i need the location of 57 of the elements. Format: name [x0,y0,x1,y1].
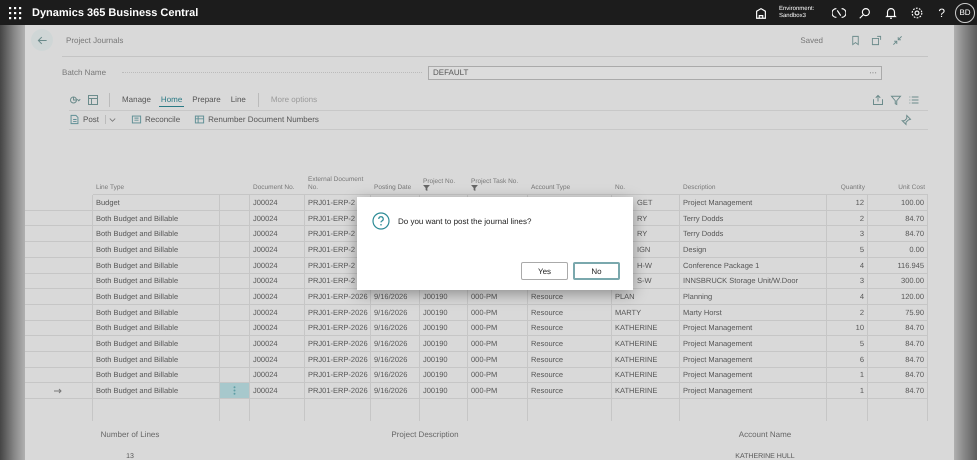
row-selector[interactable] [25,195,93,211]
table-icon [194,114,206,126]
saved-status: Saved [800,36,823,45]
row-selector[interactable] [25,368,93,384]
toolbar-button[interactable]: Renumber Document Numbers [194,114,319,126]
row-selector[interactable] [25,226,93,242]
pin-icon[interactable] [900,114,912,126]
row-selector[interactable] [25,289,93,305]
row-selector[interactable] [25,274,93,290]
row-selector[interactable] [25,242,93,258]
filter-icon[interactable] [890,94,902,106]
share-icon[interactable] [872,94,884,106]
row-selector[interactable] [25,320,93,336]
back-arrow-icon [36,34,48,46]
user-avatar[interactable]: BD [955,2,975,22]
row-menu-button[interactable] [220,383,250,399]
dialog-message: Do you want to post the journal lines? [398,216,532,226]
more-options-button[interactable]: More options [268,92,320,107]
back-button[interactable] [31,29,53,52]
row-selector[interactable] [25,336,93,352]
row-selector[interactable] [25,210,93,226]
batch-name-field[interactable]: DEFAULT ··· [428,66,882,80]
settings-icon[interactable] [910,6,924,20]
search-icon[interactable] [858,6,872,20]
dialog-button[interactable]: No [573,262,620,280]
field-label: Account Name [738,430,792,439]
bookmark-icon[interactable] [850,34,861,46]
row-selector[interactable] [25,258,93,274]
row-selector[interactable] [25,383,93,399]
field-label: Number of Lines [100,430,160,439]
list-icon [131,114,142,126]
list-icon[interactable] [908,94,920,106]
app-launcher-icon[interactable] [8,6,22,20]
row-selector[interactable] [25,304,93,321]
collapse-icon[interactable] [892,34,903,46]
field-label: Project Description [391,430,459,439]
batch-name-label: Batch Name [62,68,108,78]
caret-icon[interactable] [105,115,118,124]
action-tab[interactable]: Line [228,92,248,107]
layout-icon[interactable] [87,94,99,106]
document-icon [69,114,80,126]
action-tab[interactable]: Prepare [190,92,223,107]
dialog-button[interactable]: Yes [521,262,568,280]
question-icon [372,212,390,230]
page-title: Project Journals [66,36,124,45]
bell-icon[interactable] [884,6,898,20]
current-row-arrow-icon [54,388,62,394]
ellipsis-icon [233,386,236,396]
app-title: Dynamics 365 Business Central [32,6,198,18]
action-tab[interactable]: Home [158,92,184,107]
toolbar-button[interactable]: Post [69,114,118,126]
building-icon[interactable] [754,6,768,20]
open-new-window-icon[interactable] [871,34,882,46]
help-button[interactable]: ? [938,6,945,20]
row-selector[interactable] [25,352,93,368]
action-tab[interactable]: Manage [120,92,153,107]
toolbar-button[interactable]: Reconcile [131,114,180,126]
